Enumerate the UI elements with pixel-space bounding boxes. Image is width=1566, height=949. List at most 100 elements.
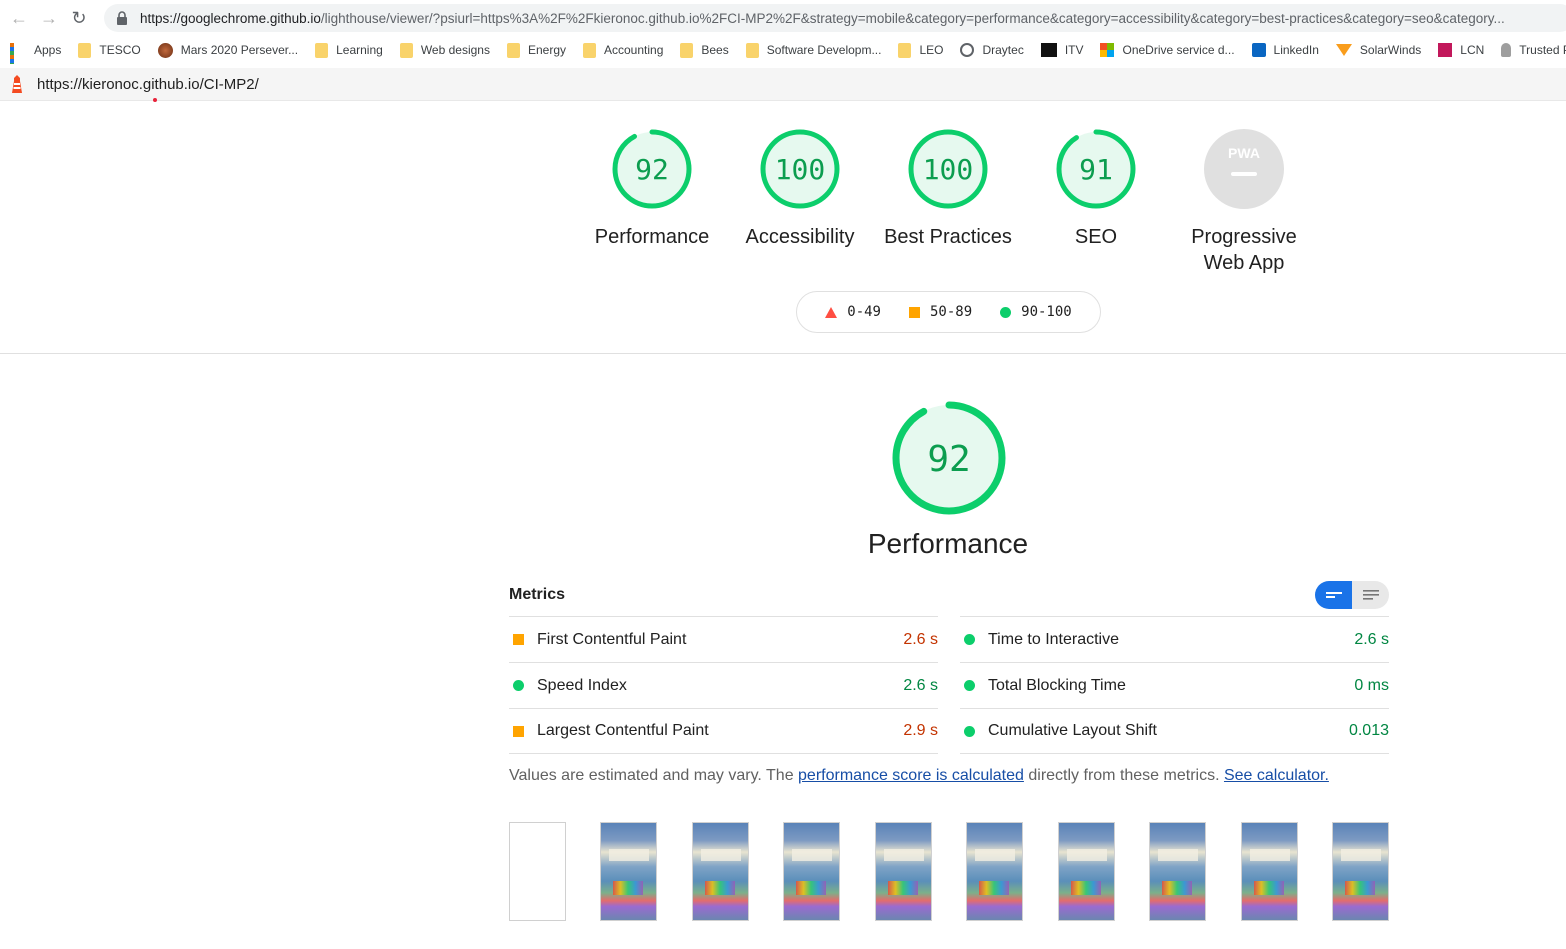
bookmark-label: Draytec	[982, 43, 1024, 57]
filmstrip-frame	[692, 822, 749, 921]
apps-icon	[10, 43, 26, 64]
gauge-label: Accessibility	[745, 226, 855, 248]
folder-icon	[78, 42, 92, 58]
reload-button[interactable]: ↻	[64, 3, 94, 33]
score-calculation-link[interactable]: performance score is calculated	[798, 767, 1024, 784]
filmstrip-frame	[600, 822, 657, 921]
bookmark-draytec[interactable]: Draytec	[960, 43, 1024, 57]
address-host: https://googlechrome.github.io	[140, 10, 321, 26]
bookmark-label: Trusted PC	[1519, 43, 1566, 57]
gauge-label: Best Practices	[884, 226, 1012, 248]
metrics-view-toggle[interactable]	[1315, 581, 1389, 609]
back-button[interactable]: ←	[4, 3, 34, 33]
gauge-ring: 91	[1056, 129, 1136, 209]
gauge-ring: 100	[760, 129, 840, 209]
filmstrip	[509, 822, 1389, 922]
bookmark-solarwinds[interactable]: SolarWinds	[1335, 43, 1421, 57]
address-bar[interactable]: https://googlechrome.github.io/lighthous…	[104, 4, 1566, 32]
gauge-pwa[interactable]: PWA Progressive Web App	[1169, 128, 1319, 276]
bookmark-accounting[interactable]: Accounting	[583, 42, 664, 58]
metric-first-contentful-paint[interactable]: First Contentful Paint 2.6 s	[509, 616, 938, 662]
metric-time-to-interactive[interactable]: Time to Interactive 2.6 s	[960, 616, 1389, 662]
bookmark-web-designs[interactable]: Web designs	[399, 42, 490, 58]
bookmark-apps[interactable]: Apps	[10, 43, 61, 64]
triangle-icon	[825, 306, 838, 318]
pass-circle-icon	[964, 634, 975, 645]
folder-icon	[898, 42, 912, 58]
itv-icon	[1040, 43, 1057, 57]
bookmark-lcn[interactable]: LCN	[1438, 43, 1484, 57]
metric-value: 2.9 s	[903, 722, 938, 739]
folder-icon	[583, 42, 596, 58]
metric-name: Speed Index	[537, 676, 627, 694]
gauge-score: 100	[923, 153, 974, 186]
forward-button[interactable]: →	[34, 3, 64, 33]
mars-icon	[157, 42, 173, 58]
bookmark-leo[interactable]: LEO	[898, 42, 943, 58]
bookmark-label: Software Developm...	[766, 43, 882, 57]
metric-name: Cumulative Layout Shift	[988, 722, 1157, 739]
bookmark-mars[interactable]: Mars 2020 Persever...	[157, 42, 298, 58]
metrics-column-left: First Contentful Paint 2.6 s Speed Index…	[509, 616, 938, 754]
gauge-label: SEO	[1074, 226, 1118, 248]
filmstrip-frame	[875, 822, 932, 921]
metric-value: 2.6 s	[903, 630, 938, 648]
folder-icon	[315, 42, 329, 58]
gauge-performance[interactable]: 92 Performance	[577, 128, 727, 250]
bookmark-tesco[interactable]: TESCO	[78, 42, 141, 58]
compact-view-button[interactable]	[1315, 581, 1352, 609]
metric-cumulative-layout-shift[interactable]: Cumulative Layout Shift 0.013	[960, 708, 1389, 754]
folder-icon	[506, 42, 520, 58]
microsoft-icon	[1100, 43, 1115, 57]
lighthouse-icon	[12, 75, 22, 93]
metric-total-blocking-time[interactable]: Total Blocking Time 0 ms	[960, 662, 1389, 708]
metric-value: 2.6 s	[903, 676, 938, 694]
metric-value: 2.6 s	[1354, 630, 1389, 648]
metric-name: Time to Interactive	[988, 630, 1120, 648]
solarwinds-icon	[1335, 44, 1352, 56]
bookmark-label: ITV	[1064, 43, 1084, 57]
gauge-score: 92	[635, 153, 669, 186]
globe-icon	[960, 43, 975, 57]
pwa-label-line1: Progressive	[1191, 226, 1297, 248]
performance-gauge-large: 92	[892, 401, 1006, 515]
metric-value: 0 ms	[1354, 676, 1389, 694]
gauge-best-practices[interactable]: 100 Best Practices	[873, 128, 1023, 250]
average-square-icon	[513, 634, 524, 645]
gauge-score: 100	[775, 153, 826, 186]
filmstrip-frame	[509, 822, 566, 921]
bookmark-label: Accounting	[604, 43, 664, 57]
bookmark-bees[interactable]: Bees	[680, 42, 729, 58]
tested-url[interactable]: https://kieronoc.github.io/CI-MP2/	[37, 76, 259, 93]
disclaimer-text: Values are estimated and may vary. The	[509, 767, 799, 784]
pwa-badge-text: PWA	[1228, 145, 1260, 161]
legend-fail: 0-49	[825, 304, 881, 320]
gauge-seo[interactable]: 91 SEO	[1021, 128, 1171, 250]
bookmark-label: Learning	[336, 43, 383, 57]
bookmark-trusted[interactable]: Trusted PC	[1501, 43, 1566, 57]
performance-section-title: Performance	[867, 528, 1029, 559]
see-calculator-link[interactable]: See calculator.	[1224, 767, 1329, 784]
lcn-icon	[1438, 43, 1453, 57]
bookmark-linkedin[interactable]: LinkedIn	[1251, 43, 1319, 57]
bookmark-onedrive[interactable]: OneDrive service d...	[1100, 43, 1235, 57]
metric-name: Largest Contentful Paint	[537, 722, 709, 739]
metrics-disclaimer: Values are estimated and may vary. The p…	[509, 767, 1329, 785]
metric-speed-index[interactable]: Speed Index 2.6 s	[509, 662, 938, 708]
legend-range: 0-49	[847, 304, 881, 320]
filmstrip-frame	[1241, 822, 1298, 921]
legend-pass: 90-100	[1000, 304, 1072, 320]
bookmark-itv[interactable]: ITV	[1040, 43, 1084, 57]
bookmark-software-development[interactable]: Software Developm...	[745, 42, 882, 58]
metric-largest-contentful-paint[interactable]: Largest Contentful Paint 2.9 s	[509, 708, 938, 754]
browser-toolbar: ← → ↻ https://googlechrome.github.io/lig…	[0, 0, 1566, 36]
bookmarks-bar: Apps TESCO Mars 2020 Persever... Learnin…	[0, 36, 1566, 64]
metrics-heading: Metrics	[509, 586, 566, 603]
bookmark-energy[interactable]: Energy	[506, 42, 566, 58]
metric-value: 0.013	[1348, 722, 1389, 739]
bookmark-label: Web designs	[420, 43, 490, 57]
gauge-accessibility[interactable]: 100 Accessibility	[725, 128, 875, 250]
bookmark-learning[interactable]: Learning	[315, 42, 383, 58]
expanded-view-button[interactable]	[1352, 581, 1389, 609]
filmstrip-frame	[1058, 822, 1115, 921]
